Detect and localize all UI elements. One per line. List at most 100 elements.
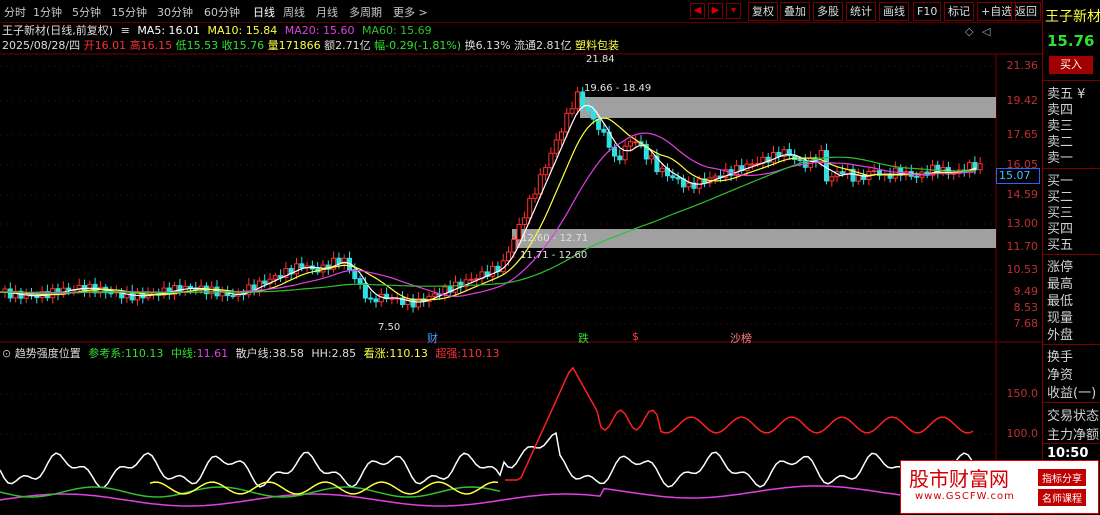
event-dollar[interactable]: $ [632,330,639,343]
watermark-url: www.GSCFW.com [915,491,1015,502]
candle [532,193,538,199]
candle [574,91,580,110]
candle [368,297,374,300]
event-drop[interactable]: 跌 [578,330,589,346]
retail-line [0,431,989,489]
net-assets: 净资 [1047,368,1074,383]
high-mark-label: 21.84 [586,54,615,65]
candle [686,182,692,188]
candle [670,175,676,179]
candle [855,174,861,182]
strong-label: 超强: [435,347,462,360]
candle [559,131,564,141]
candle [627,141,633,147]
candle [569,108,575,114]
candle [585,105,591,111]
indicator-name[interactable]: 趋势强度位置 [15,347,81,360]
candle [373,298,379,303]
candle [506,251,511,262]
price-tick: 8.53 [1013,301,1039,314]
indicator-header: ⊙ 趋势强度位置 参考系:110.13 中线:11.61 散户线:38.58 H… [2,345,500,361]
candle [537,174,543,195]
ref-value: 110.13 [124,347,164,360]
stock-name: 王子新材 [1045,9,1100,25]
hh-value: 2.85 [331,347,357,360]
bull-label: 看涨: [363,347,390,360]
bull-value: 110.13 [389,347,428,360]
buy-button[interactable]: 买入 [1049,56,1093,74]
candle [262,280,268,285]
retail-value: 38.58 [272,347,304,360]
candle [649,155,655,160]
price-tick: 9.49 [1013,285,1039,298]
outer-volume: 外盘 [1047,328,1074,343]
turnover-rate: 换手 [1047,350,1074,365]
candle [633,141,639,144]
indicator-tick: 150.0 [1006,387,1039,400]
low-mark-label: 7.50 [378,322,401,333]
candle [675,177,681,180]
ask-1: 卖一 [1047,151,1074,166]
lower-zone-label: 12.60 - 12.71 [521,233,589,244]
trade-status: 交易状态 [1047,409,1100,424]
indicator-tick: 100.0 [1006,427,1039,440]
bid-5: 买五 [1047,238,1074,253]
candle [771,151,776,163]
candle [659,167,665,173]
watermark-tag2: 名师课程 [1038,489,1086,506]
ref-line [0,486,501,498]
price-tick: 21.36 [1006,59,1039,72]
earnings: 收益(一) [1047,386,1097,401]
indicator-toggle-icon[interactable]: ⊙ [2,347,11,360]
price-tick: 7.68 [1013,317,1039,330]
candle [511,239,517,253]
candle [596,118,602,130]
price-tick: 17.65 [1006,128,1039,141]
candle [797,158,803,162]
candle [977,163,983,171]
last-price: 15.76 [1047,32,1095,50]
event-board[interactable]: 沙榜 [730,330,752,346]
candle [601,128,607,133]
event-finance[interactable]: 财 [427,330,438,346]
price-tick: 11.70 [1006,240,1039,253]
lower-zone-label-2: 11.71 - 12.60 [520,250,588,261]
candle [892,167,898,179]
price-tick: 19.42 [1006,94,1039,107]
candle [108,292,114,295]
clock-time: 10:50 [1047,446,1089,461]
candle [871,170,877,173]
candle [188,285,193,289]
candle [914,175,920,178]
watermark-tag1: 指标分享 [1038,469,1086,486]
candle [553,139,559,154]
watermark-title: 股市财富网 [909,467,1009,491]
candle [453,281,458,293]
watermark-banner: 股市财富网 www.GSCFW.com 指标分享 名师课程 [900,460,1099,514]
candle [590,109,596,120]
candle [617,155,623,161]
candle [749,163,755,166]
candle [712,175,718,179]
candle [299,263,305,269]
hh-label: HH: [311,347,332,360]
candle [431,293,437,297]
candle [829,176,835,182]
upper-zone-label: 19.66 - 18.49 [584,83,652,94]
candle [357,278,363,284]
ref-label: 参考系: [88,347,125,360]
price-tick: 14.59 [1006,188,1039,201]
resistance-zone [580,97,996,118]
candle [230,295,236,298]
mid-value: 11.61 [196,347,229,360]
candle [272,275,278,280]
candle [66,287,72,291]
candle [824,150,829,182]
candle [580,91,586,107]
mid-label: 中线: [170,347,197,360]
main-net-amount: 主力净额 [1047,428,1100,443]
retail-label: 散户线: [235,347,273,360]
candle [548,152,554,169]
bull-line [149,481,499,495]
price-tick: 13.00 [1006,217,1039,230]
